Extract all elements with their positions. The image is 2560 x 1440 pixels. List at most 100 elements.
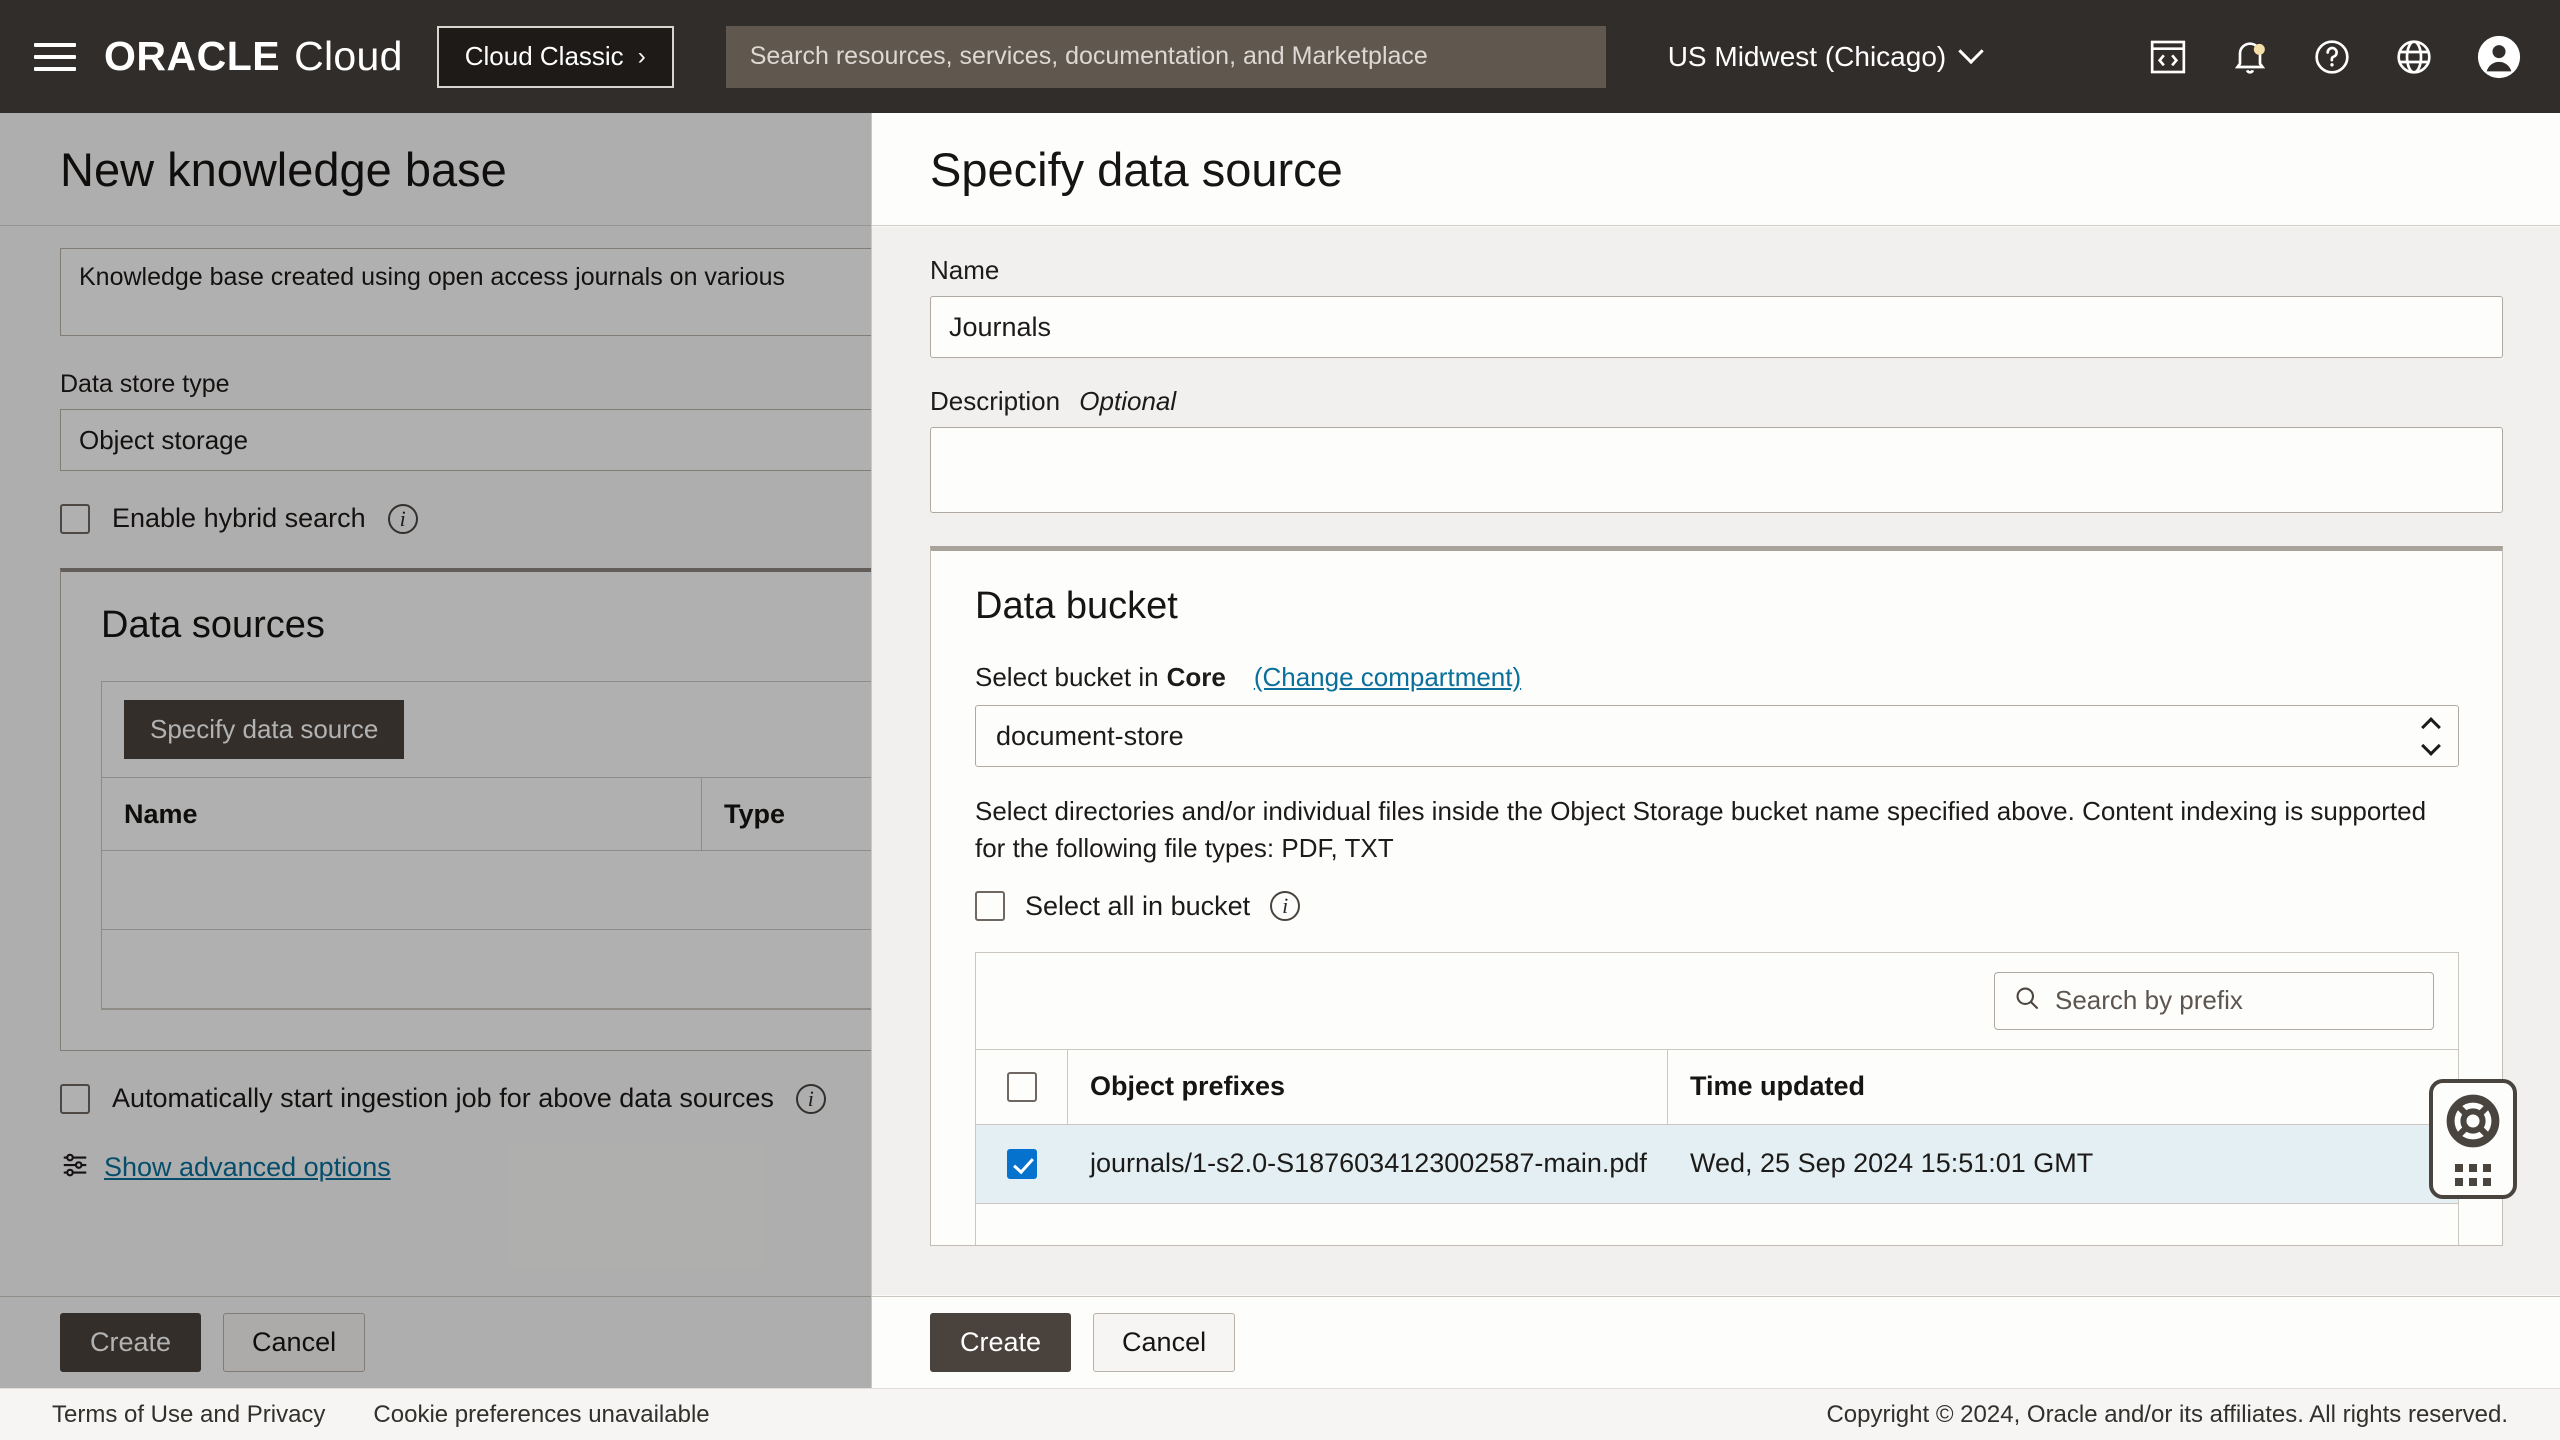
row-select-checkbox[interactable] <box>1007 1148 1037 1179</box>
column-header-time-updated: Time updated <box>1690 1071 1866 1102</box>
data-sources-toolbar: Specify data source <box>102 682 871 777</box>
help-question-icon[interactable] <box>2312 37 2352 77</box>
support-help-widget[interactable] <box>2429 1079 2517 1199</box>
select-all-in-bucket-checkbox[interactable] <box>975 891 1005 922</box>
panel-footer: Create Cancel <box>872 1296 2560 1388</box>
nav-icon-group <box>2148 34 2528 80</box>
search-by-prefix-box[interactable] <box>1994 971 2434 1030</box>
page-content: New knowledge base Knowledge base create… <box>0 113 2560 1440</box>
data-store-type-value: Object storage <box>79 424 249 455</box>
chevron-down-icon <box>1958 38 1984 64</box>
specify-data-source-panel: Specify data source Name Description Opt… <box>871 113 2560 1388</box>
info-icon[interactable]: i <box>795 1083 826 1114</box>
terms-of-use-link[interactable]: Terms of Use and Privacy <box>52 1401 325 1429</box>
specify-data-source-button[interactable]: Specify data source <box>124 700 405 759</box>
data-bucket-title: Data bucket <box>975 585 1178 627</box>
data-store-type-label: Data store type <box>60 370 230 398</box>
bucket-select[interactable]: document-store <box>975 705 2459 767</box>
notifications-bell-icon[interactable] <box>2230 37 2270 77</box>
kb-description-field[interactable]: Knowledge base created using open access… <box>60 248 871 336</box>
cloud-classic-label: Cloud Classic <box>464 41 624 71</box>
description-field-group: Description Optional <box>930 386 2503 518</box>
chevron-right-icon: › <box>637 42 646 70</box>
footer-links: Terms of Use and Privacy Cookie preferen… <box>52 1401 710 1429</box>
show-advanced-options-link[interactable]: Show advanced options <box>60 1150 871 1185</box>
panel-title: Specify data source <box>930 142 1343 196</box>
row-object-prefix: journals/1-s2.0-S1876034123002587-main.p… <box>1090 1148 1647 1179</box>
description-label-text: Description <box>930 386 1061 416</box>
auto-ingest-label: Automatically start ingestion job for ab… <box>112 1083 774 1113</box>
enable-hybrid-search-row: Enable hybrid search i <box>60 503 871 534</box>
select-all-in-bucket-row: Select all in bucket i <box>975 891 2458 922</box>
global-search-input[interactable] <box>725 25 1606 88</box>
object-table-toolbar <box>976 953 2458 1049</box>
object-table-header: Object prefixes Time updated <box>976 1048 2458 1125</box>
user-avatar-icon[interactable] <box>2476 34 2522 80</box>
enable-hybrid-search-label: Enable hybrid search <box>112 503 366 533</box>
cloud-classic-button[interactable]: Cloud Classic › <box>436 25 674 88</box>
select-all-in-bucket-label: Select all in bucket <box>1025 890 1251 921</box>
top-navigation-bar: ORACLE Cloud Cloud Classic › US Midwest … <box>0 0 2560 113</box>
up-down-chevron-icon <box>2421 716 2441 756</box>
drag-dots-icon[interactable] <box>2455 1163 2491 1186</box>
knowledge-base-footer: Create Cancel <box>0 1296 871 1388</box>
description-textarea[interactable] <box>930 427 2503 513</box>
column-header-object-prefixes: Object prefixes <box>1068 1049 1668 1124</box>
brand-oracle-text: ORACLE <box>104 33 281 79</box>
table-row[interactable]: journals/1-s2.0-S1876034123002587-main.p… <box>976 1124 2458 1204</box>
panel-cancel-button[interactable]: Cancel <box>1093 1313 1236 1372</box>
bucket-select-value: document-store <box>996 720 1184 751</box>
data-sources-table-header: Name Type <box>102 777 871 851</box>
column-header-type: Type <box>724 798 786 829</box>
name-label: Name <box>930 255 1000 285</box>
global-footer: Terms of Use and Privacy Cookie preferen… <box>0 1388 2560 1440</box>
search-magnifier-icon <box>2013 984 2041 1017</box>
show-advanced-options-label: Show advanced options <box>104 1152 391 1182</box>
description-optional-text: Optional <box>1079 386 1177 416</box>
name-input[interactable] <box>930 296 2503 358</box>
brand-cloud-text: Cloud <box>294 33 403 79</box>
panel-header: Specify data source <box>872 113 2560 226</box>
name-field-group: Name <box>930 255 2503 358</box>
lifebuoy-support-icon <box>2445 1093 2501 1154</box>
copyright-text: Copyright © 2024, Oracle and/or its affi… <box>1826 1400 2508 1428</box>
info-icon[interactable]: i <box>387 503 418 534</box>
developer-console-icon[interactable] <box>2148 37 2188 77</box>
search-by-prefix-input[interactable] <box>2055 985 2385 1017</box>
cookie-preferences-text[interactable]: Cookie preferences unavailable <box>373 1401 709 1429</box>
table-row <box>102 851 871 930</box>
bucket-help-text: Select directories and/or individual fil… <box>975 796 2427 863</box>
select-bucket-prefix: Select bucket in <box>975 662 1159 692</box>
kb-create-button[interactable]: Create <box>60 1313 202 1372</box>
auto-ingest-row: Automatically start ingestion job for ab… <box>60 1083 871 1114</box>
object-prefixes-table: Object prefixes Time updated journals/1-… <box>975 951 2459 1245</box>
row-checkbox-cell <box>976 1125 1068 1203</box>
sliders-settings-icon <box>60 1150 90 1185</box>
info-icon[interactable]: i <box>1270 891 1301 922</box>
enable-hybrid-search-checkbox[interactable] <box>60 503 90 534</box>
knowledge-base-body: Knowledge base created using open access… <box>0 226 871 1185</box>
table-row <box>976 1204 2458 1245</box>
data-store-type-select[interactable]: Object storage <box>60 409 871 471</box>
column-header-name: Name <box>102 778 702 850</box>
hamburger-menu-icon[interactable] <box>32 37 78 77</box>
description-label: Description Optional <box>930 386 2503 417</box>
language-globe-icon[interactable] <box>2394 37 2434 77</box>
oracle-cloud-logo[interactable]: ORACLE Cloud <box>104 33 403 80</box>
panel-body: Name Description Optional Data bucket Se… <box>872 227 2560 1295</box>
data-bucket-card: Data bucket Select bucket in Core (Chang… <box>930 546 2503 1246</box>
header-checkbox-cell <box>976 1049 1068 1124</box>
row-time-updated: Wed, 25 Sep 2024 15:51:01 GMT <box>1690 1148 2094 1179</box>
change-compartment-link[interactable]: (Change compartment) <box>1254 662 1521 693</box>
auto-ingest-checkbox[interactable] <box>60 1083 90 1114</box>
compartment-name: Core <box>1166 662 1226 692</box>
kb-cancel-button[interactable]: Cancel <box>223 1313 366 1372</box>
table-row <box>102 930 871 1009</box>
page-title: New knowledge base <box>60 142 507 196</box>
data-sources-panel: Data sources Specify data source Name Ty… <box>60 568 871 1051</box>
panel-create-button[interactable]: Create <box>930 1313 1072 1372</box>
select-all-rows-checkbox[interactable] <box>1006 1071 1037 1102</box>
new-knowledge-base-form: New knowledge base Knowledge base create… <box>0 113 871 1185</box>
region-selector[interactable]: US Midwest (Chicago) <box>1668 38 1984 73</box>
knowledge-base-header: New knowledge base <box>0 113 871 226</box>
